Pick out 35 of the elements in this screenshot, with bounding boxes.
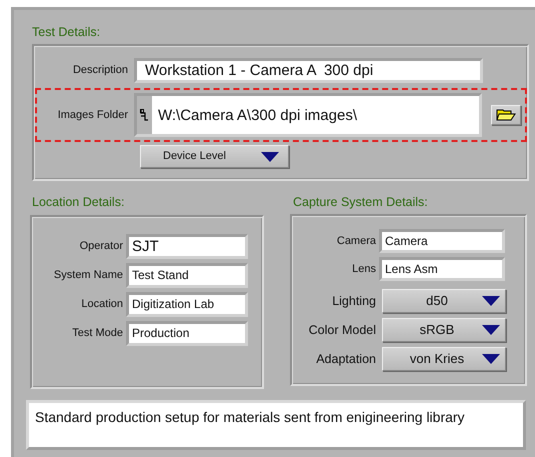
folder-icon bbox=[496, 109, 516, 121]
dropdown-button[interactable]: sRGB bbox=[382, 318, 506, 342]
dropdown-arrow-icon bbox=[481, 354, 501, 364]
description-field[interactable]: Workstation 1 - Camera A 300 dpi bbox=[134, 58, 483, 83]
field-label: Images Folder bbox=[56, 108, 128, 123]
dropdown-arrow-icon bbox=[481, 325, 501, 335]
dropdown-button[interactable]: von Kries bbox=[382, 347, 506, 371]
field-label: Color Model bbox=[308, 322, 376, 339]
path-icon bbox=[140, 109, 148, 121]
section-title: Test Details: bbox=[32, 24, 102, 40]
section-title: Location Details: bbox=[32, 194, 126, 210]
field-label: Operator bbox=[78, 239, 123, 254]
field-label: Lens bbox=[351, 262, 376, 277]
device-level-dropdown[interactable]: Device Level bbox=[140, 145, 289, 168]
field-label: Location bbox=[80, 297, 123, 312]
browse-folder-button[interactable] bbox=[491, 105, 521, 125]
field-label: System Name bbox=[52, 268, 123, 284]
text-field[interactable]: Lens Asm bbox=[379, 257, 505, 281]
field-label: Description bbox=[72, 63, 128, 78]
field-label: Camera bbox=[336, 234, 376, 249]
section-title: Capture System Details: bbox=[293, 194, 429, 210]
text-field[interactable]: Digitization Lab bbox=[126, 292, 248, 317]
field-label: Adaptation bbox=[315, 350, 376, 368]
dropdown-arrow-icon bbox=[260, 152, 280, 162]
dropdown-button[interactable]: d50 bbox=[382, 289, 506, 313]
notes-field[interactable]: Standard production setup for materials sent from enigineering library bbox=[26, 400, 526, 450]
folder-path-field[interactable]: W:\Camera A\300 dpi images\ bbox=[134, 93, 482, 137]
text-field[interactable]: Camera bbox=[379, 229, 505, 253]
text-field[interactable]: Production bbox=[126, 321, 248, 346]
folder-path-text: W:\Camera A\300 dpi images\ bbox=[152, 96, 479, 134]
field-label: Lighting bbox=[331, 292, 376, 310]
dropdown-arrow-icon bbox=[481, 296, 501, 306]
text-field[interactable]: Test Stand bbox=[126, 263, 248, 288]
text-field[interactable]: SJT bbox=[126, 234, 248, 259]
field-label: Test Mode bbox=[71, 326, 123, 342]
